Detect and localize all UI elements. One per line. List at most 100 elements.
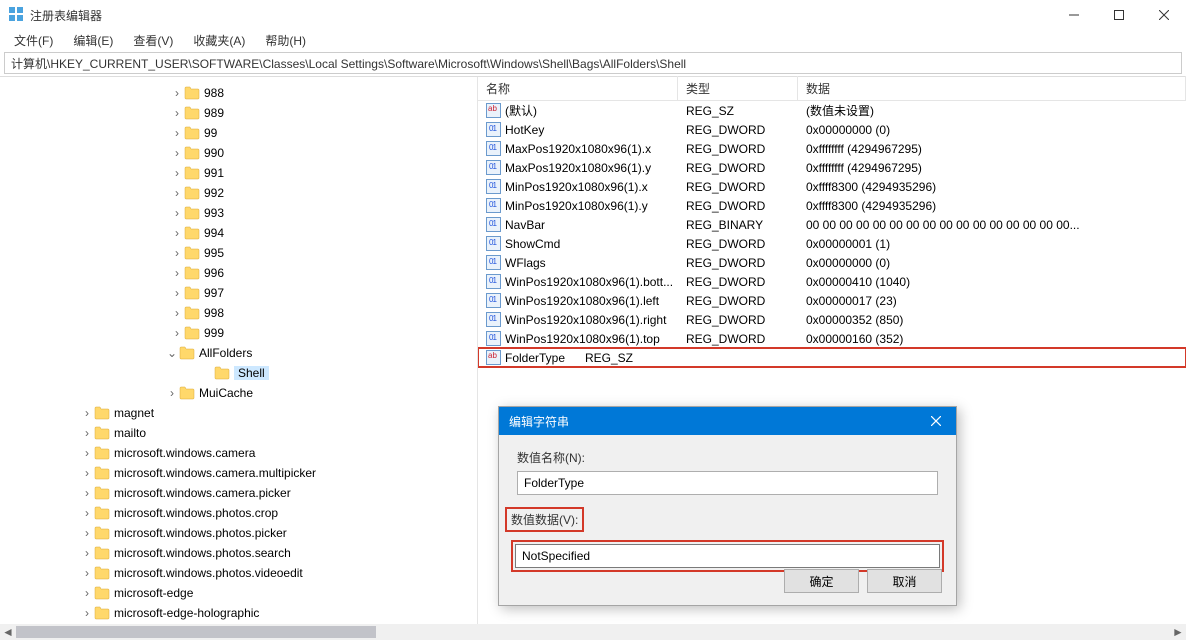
value-row[interactable]: MaxPos1920x1080x96(1).xREG_DWORD0xffffff…: [478, 139, 1186, 158]
value-row[interactable]: (默认)REG_SZ(数值未设置): [478, 101, 1186, 120]
scroll-right-button[interactable]: ►: [1170, 624, 1186, 640]
tree-item[interactable]: ›mailto: [0, 423, 477, 443]
tree-item[interactable]: ›991: [0, 163, 477, 183]
tree-item[interactable]: ›99: [0, 123, 477, 143]
expand-icon[interactable]: ›: [170, 266, 184, 280]
expand-icon[interactable]: ›: [80, 546, 94, 560]
expand-icon[interactable]: ›: [80, 466, 94, 480]
tree-item[interactable]: ›988: [0, 83, 477, 103]
menu-file[interactable]: 文件(F): [10, 30, 57, 51]
tree-item[interactable]: ›996: [0, 263, 477, 283]
tree-item[interactable]: ›993: [0, 203, 477, 223]
expand-icon[interactable]: ›: [170, 126, 184, 140]
cancel-button[interactable]: 取消: [867, 569, 942, 593]
tree-item[interactable]: ›microsoft.windows.camera.multipicker: [0, 463, 477, 483]
tree-item[interactable]: ›microsoft-edge: [0, 583, 477, 603]
tree-item[interactable]: ›microsoft.windows.photos.picker: [0, 523, 477, 543]
tree-item-shell[interactable]: ·Shell: [0, 363, 477, 383]
value-row[interactable]: WinPos1920x1080x96(1).rightREG_DWORD0x00…: [478, 310, 1186, 329]
expand-icon[interactable]: ›: [170, 206, 184, 220]
value-row[interactable]: FolderTypeREG_SZ: [478, 348, 1186, 367]
tree-item[interactable]: ›990: [0, 143, 477, 163]
binary-value-icon: [486, 141, 501, 156]
maximize-button[interactable]: [1096, 0, 1141, 30]
menu-view[interactable]: 查看(V): [129, 30, 177, 51]
dialog-close-button[interactable]: [916, 407, 956, 435]
expand-icon[interactable]: ›: [80, 446, 94, 460]
tree-item[interactable]: ›microsoft.windows.photos.videoedit: [0, 563, 477, 583]
tree-item[interactable]: ›microsoft.windows.photos.crop: [0, 503, 477, 523]
tree-item[interactable]: › 995: [0, 243, 477, 263]
value-row[interactable]: WinPos1920x1080x96(1).topREG_DWORD0x0000…: [478, 329, 1186, 348]
expand-icon[interactable]: ›: [170, 166, 184, 180]
folder-icon: [94, 526, 110, 540]
expand-icon[interactable]: ›: [170, 106, 184, 120]
expand-icon[interactable]: ›: [80, 606, 94, 620]
tree-item[interactable]: ›microsoft-edge-holographic: [0, 603, 477, 623]
value-row[interactable]: WFlagsREG_DWORD0x00000000 (0): [478, 253, 1186, 272]
expand-icon[interactable]: ›: [170, 306, 184, 320]
value-row[interactable]: ShowCmdREG_DWORD0x00000001 (1): [478, 234, 1186, 253]
col-type[interactable]: 类型: [678, 76, 798, 101]
tree-item[interactable]: ›magnet: [0, 403, 477, 423]
tree-item[interactable]: ›microsoft.windows.camera.picker: [0, 483, 477, 503]
expand-icon[interactable]: ›: [170, 186, 184, 200]
expand-icon[interactable]: ›: [170, 246, 184, 260]
tree-item[interactable]: ›999: [0, 323, 477, 343]
ok-button[interactable]: 确定: [784, 569, 859, 593]
value-row[interactable]: HotKeyREG_DWORD0x00000000 (0): [478, 120, 1186, 139]
expand-icon[interactable]: ›: [165, 386, 179, 400]
tree-item[interactable]: ›microsoft.windows.camera: [0, 443, 477, 463]
collapse-icon[interactable]: ⌄: [165, 346, 179, 360]
menu-favorites[interactable]: 收藏夹(A): [189, 30, 249, 51]
value-name: MaxPos1920x1080x96(1).x: [505, 142, 651, 156]
scroll-thumb[interactable]: [16, 626, 376, 638]
expand-icon[interactable]: ›: [80, 406, 94, 420]
col-name[interactable]: 名称: [478, 76, 678, 101]
binary-value-icon: [486, 255, 501, 270]
tree-item[interactable]: ›989: [0, 103, 477, 123]
tree-item-muicache[interactable]: ›MuiCache: [0, 383, 477, 403]
expand-icon[interactable]: ›: [170, 326, 184, 340]
value-type: REG_DWORD: [678, 275, 798, 289]
tree-item[interactable]: ›994: [0, 223, 477, 243]
scroll-left-button[interactable]: ◄: [0, 624, 16, 640]
tree-item[interactable]: ›microsoft.windows.photos.search: [0, 543, 477, 563]
value-row[interactable]: WinPos1920x1080x96(1).bott...REG_DWORD0x…: [478, 272, 1186, 291]
expand-icon[interactable]: ›: [80, 526, 94, 540]
value-row[interactable]: MaxPos1920x1080x96(1).yREG_DWORD0xffffff…: [478, 158, 1186, 177]
value-row[interactable]: MinPos1920x1080x96(1).yREG_DWORD0xffff83…: [478, 196, 1186, 215]
expand-icon[interactable]: ›: [80, 586, 94, 600]
expand-icon[interactable]: ›: [170, 286, 184, 300]
expand-icon[interactable]: ›: [170, 146, 184, 160]
minimize-button[interactable]: [1051, 0, 1096, 30]
close-button[interactable]: [1141, 0, 1186, 30]
value-name-field[interactable]: FolderType: [517, 471, 938, 495]
menu-edit[interactable]: 编辑(E): [69, 30, 117, 51]
tree-label: 995: [204, 246, 224, 260]
col-data[interactable]: 数据: [798, 76, 1186, 101]
value-row[interactable]: WinPos1920x1080x96(1).leftREG_DWORD0x000…: [478, 291, 1186, 310]
dialog-title-bar[interactable]: 编辑字符串: [499, 407, 956, 435]
tree-item[interactable]: ›997: [0, 283, 477, 303]
menu-help[interactable]: 帮助(H): [261, 30, 310, 51]
value-data-input[interactable]: [515, 544, 940, 568]
horizontal-scrollbar[interactable]: ◄ ►: [0, 624, 1186, 640]
folder-icon: [94, 606, 110, 620]
tree-item[interactable]: ›992: [0, 183, 477, 203]
binary-value-icon: [486, 160, 501, 175]
folder-icon: [184, 146, 200, 160]
expand-icon[interactable]: ›: [80, 566, 94, 580]
tree-item-allfolders[interactable]: ⌄AllFolders: [0, 343, 477, 363]
value-row[interactable]: MinPos1920x1080x96(1).xREG_DWORD0xffff83…: [478, 177, 1186, 196]
address-bar[interactable]: 计算机\HKEY_CURRENT_USER\SOFTWARE\Classes\L…: [4, 52, 1182, 74]
expand-icon[interactable]: ›: [170, 86, 184, 100]
expand-icon[interactable]: ›: [80, 506, 94, 520]
value-name: MaxPos1920x1080x96(1).y: [505, 161, 651, 175]
expand-icon[interactable]: ›: [80, 426, 94, 440]
value-row[interactable]: NavBarREG_BINARY00 00 00 00 00 00 00 00 …: [478, 215, 1186, 234]
expand-icon[interactable]: ›: [80, 486, 94, 500]
tree-pane[interactable]: ›988›989›99›990›991›992›993›994›995›996›…: [0, 77, 478, 638]
tree-item[interactable]: ›998: [0, 303, 477, 323]
expand-icon[interactable]: ›: [170, 226, 184, 240]
